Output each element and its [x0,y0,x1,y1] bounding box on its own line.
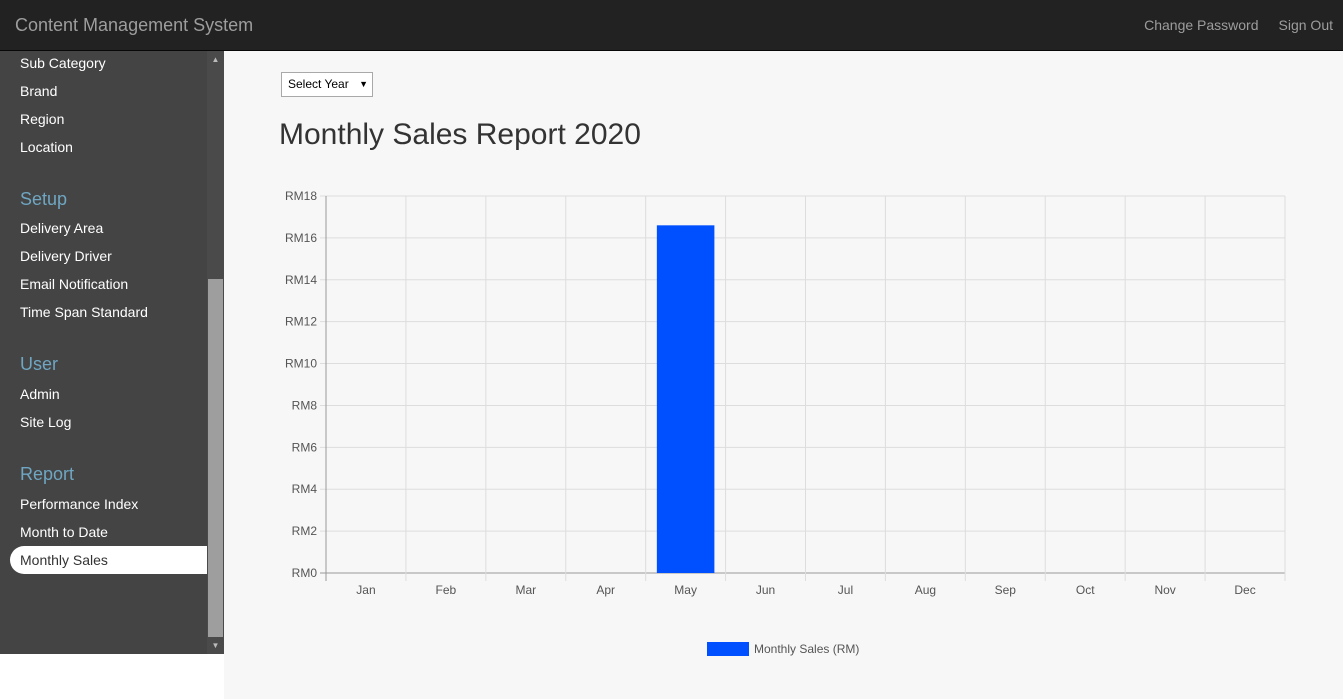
sidebar-item-site-log[interactable]: Site Log [20,412,71,432]
x-tick-label: Sep [995,583,1017,597]
sign-out-link[interactable]: Sign Out [1269,0,1343,51]
x-tick-label: Jan [356,583,375,597]
y-tick-label: RM16 [285,231,317,245]
scrollbar-thumb[interactable] [208,279,223,637]
top-navbar: Content Management System Change Passwor… [0,0,1343,51]
legend-label: Monthly Sales (RM) [754,642,859,656]
sidebar-heading-setup: Setup [20,189,68,209]
y-tick-label: RM14 [285,273,317,287]
sidebar-item-delivery-driver[interactable]: Delivery Driver [20,246,112,266]
x-tick-label: Oct [1076,583,1095,597]
bar-may[interactable] [656,225,715,574]
app-brand[interactable]: Content Management System [15,15,253,35]
sidebar-item-time-span-standard[interactable]: Time Span Standard [20,302,148,322]
change-password-link[interactable]: Change Password [1134,0,1268,51]
scroll-up-icon[interactable]: ▲ [207,51,224,68]
y-tick-label: RM2 [292,524,318,538]
sidebar-item-location[interactable]: Location [20,137,73,157]
navbar-links: Change Password Sign Out [1134,0,1343,51]
x-tick-label: May [674,583,697,597]
y-tick-label: RM8 [292,398,318,412]
sidebar-heading-user: User [20,354,59,374]
scroll-down-icon[interactable]: ▼ [207,637,224,654]
sidebar-container: Sub Category Brand Region Location Setup… [0,51,224,699]
sidebar-item-region[interactable]: Region [20,109,64,129]
sidebar-item-sub-category[interactable]: Sub Category [20,53,106,73]
y-tick-label: RM4 [292,482,318,496]
monthly-sales-chart: RM0 RM2 RM4 RM6 RM8 RM10 RM12 RM14 RM16 RM18 Jan F… [285,189,1286,656]
legend-swatch [707,642,749,656]
sidebar-item-label: Monthly Sales [20,552,108,568]
sidebar-item-email-notification[interactable]: Email Notification [20,274,128,294]
sidebar: Sub Category Brand Region Location Setup… [0,51,207,654]
x-tick-label: Nov [1154,583,1175,597]
sidebar-heading-report: Report [20,464,75,484]
x-tick-label: Dec [1234,583,1255,597]
sidebar-item-month-to-date[interactable]: Month to Date [20,522,108,542]
y-tick-label: RM6 [292,440,318,454]
x-tick-label: Jul [838,583,853,597]
y-tick-label: RM18 [285,189,317,203]
y-tick-label: RM10 [285,357,317,371]
sidebar-item-admin[interactable]: Admin [20,384,60,404]
sidebar-scrollbar[interactable]: ▲ ▼ [207,51,224,654]
x-tick-label: Feb [436,583,457,597]
sidebar-item-delivery-area[interactable]: Delivery Area [20,218,103,238]
y-tick-label: RM0 [292,566,318,580]
x-tick-label: Apr [596,583,615,597]
x-tick-label: Mar [515,583,536,597]
x-tick-label: Jun [756,583,775,597]
x-tick-label: Aug [915,583,936,597]
y-tick-label: RM12 [285,315,317,329]
sidebar-item-performance-index[interactable]: Performance Index [20,494,138,514]
main-content: Select Year ▼ Monthly Sales Report 2020 … [224,51,1343,699]
sidebar-item-monthly-sales[interactable]: Monthly Sales [10,546,207,574]
sidebar-item-brand[interactable]: Brand [20,81,57,101]
